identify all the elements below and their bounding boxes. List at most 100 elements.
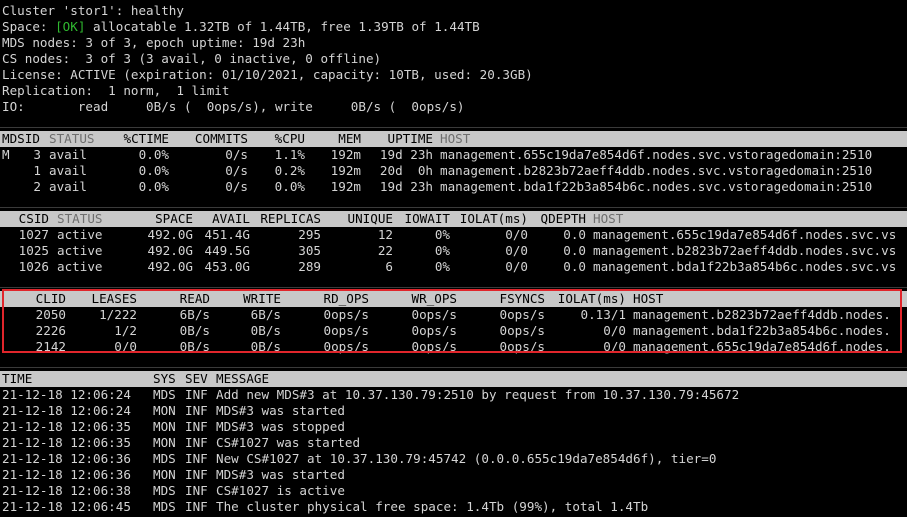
separator [0,367,907,368]
log-entry[interactable]: 21-12-18 12:06:35 MON INF CS#1027 was st… [0,435,907,451]
event-message: CS#1027 was started [216,435,361,450]
event-sev: INF [185,435,208,450]
event-sev: INF [185,419,208,434]
event-time: 21-12-18 12:06:36 [2,451,131,466]
cs-iowait: 0% [434,227,450,242]
log-entry[interactable]: 21-12-18 12:06:36 MDS INF New CS#1027 at… [0,451,907,467]
col-mem: MEM [338,131,361,146]
cs-iowait: 0% [434,259,450,274]
separator [0,287,907,288]
log-entry[interactable]: 21-12-18 12:06:36 MON INF MDS#3 was star… [0,467,907,483]
cs-iowait: 0% [434,243,450,258]
cs-replicas: 289 [298,259,321,274]
mds-status: avail [49,147,87,162]
cs-avail: 453.0G [204,259,251,274]
col-mdsid: MDSID [2,131,40,146]
mds-cpu: 0.0% [274,179,305,194]
event-sev: INF [185,483,208,498]
log-entry[interactable]: 21-12-18 12:06:35 MON INF MDS#3 was stop… [0,419,907,435]
col-uptime: UPTIME [387,131,434,146]
space-prefix: Space: [2,19,56,34]
col-message: MESSAGE [216,371,270,386]
cs-qdepth: 0.0 [563,243,586,258]
col-csid: CSID [18,211,49,226]
event-message: MDS#3 was started [216,467,345,482]
ok-status-badge: [OK] [55,19,86,34]
event-sys: MON [153,419,176,434]
cs-nodes-line: CS nodes: 3 of 3 (3 avail, 0 inactive, 0… [2,51,382,66]
col-iolat: IOLAT(ms) [459,211,528,226]
event-sev: INF [185,467,208,482]
cs-replicas: 305 [298,243,321,258]
mds-uptime: 19d 23h [379,147,433,162]
master-marker: M [2,147,10,162]
cs-avail: 449.5G [204,243,251,258]
cs-space: 492.0G [147,227,194,242]
event-sys: MON [153,435,176,450]
cluster-status-line: Cluster 'stor1': healthy [2,3,184,18]
event-time: 21-12-18 12:06:35 [2,435,131,450]
event-time: 21-12-18 12:06:24 [2,403,131,418]
cs-host: management.bda1f22b3a854b6c.nodes.svc.vs [593,259,897,274]
table-row[interactable]: 1026 active 492.0G 453.0G 289 6 0% 0/0 0… [0,259,907,275]
event-sys: MDS [153,387,176,402]
separator [0,127,907,128]
cs-status: active [57,259,103,274]
cs-iolat: 0/0 [505,227,528,242]
replication-line: Replication: 1 norm, 1 limit [2,83,230,98]
log-entry[interactable]: 21-12-18 12:06:24 MDS INF Add new MDS#3 … [0,387,907,403]
cs-iolat: 0/0 [505,243,528,258]
mds-id: 3 [33,147,41,162]
col-status: STATUS [49,131,95,146]
space-detail: allocatable 1.32TB of 1.44TB, free 1.39T… [85,19,480,34]
log-entry[interactable]: 21-12-18 12:06:38 MDS INF CS#1027 is act… [0,483,907,499]
event-sys: MDS [153,451,176,466]
col-sev: SEV [185,371,208,386]
separator [0,207,907,208]
table-row[interactable]: 1025 active 492.0G 449.5G 305 22 0% 0/0 … [0,243,907,259]
license-line: License: ACTIVE (expiration: 01/10/2021,… [2,67,533,82]
table-row[interactable]: 2 avail 0.0% 0/s 0.0% 192m 19d 23h manag… [0,179,907,195]
cs-status: active [57,243,103,258]
cs-iolat: 0/0 [505,259,528,274]
col-host: HOST [593,211,624,226]
col-host: HOST [440,131,471,146]
mds-id: 2 [33,179,41,194]
mds-mem: 192m [330,179,361,194]
mds-status: avail [49,163,87,178]
terminal-window[interactable]: Cluster 'stor1': healthy Space: [OK] all… [0,0,907,517]
table-row[interactable]: 1027 active 492.0G 451.4G 295 12 0% 0/0 … [0,227,907,243]
mds-host: management.b2823b72aeff4ddb.nodes.svc.vs… [440,163,873,178]
cs-avail: 451.4G [204,227,251,242]
col-status: STATUS [57,211,103,226]
col-sys: SYS [153,371,176,386]
cs-unique: 6 [385,259,393,274]
mds-commits: 0/s [225,147,248,162]
col-avail: AVAIL [212,211,250,226]
col-replicas: REPLICAS [260,211,321,226]
event-sev: INF [185,403,208,418]
cs-replicas: 295 [298,227,321,242]
highlight-box [2,289,902,353]
table-row[interactable]: M 3 avail 0.0% 0/s 1.1% 192m 19d 23h man… [0,147,907,163]
mds-id: 1 [33,163,41,178]
mds-cpu: 0.2% [274,163,305,178]
mds-ctime: 0.0% [138,163,169,178]
cs-host: management.655c19da7e854d6f.nodes.svc.vs [593,227,897,242]
event-sys: MDS [153,499,176,514]
log-entry[interactable]: 21-12-18 12:06:45 MDS INF The cluster ph… [0,499,907,515]
event-time: 21-12-18 12:06:36 [2,467,131,482]
mds-mem: 192m [330,163,361,178]
col-qdepth: QDEPTH [540,211,587,226]
event-sev: INF [185,387,208,402]
event-message: MDS#3 was started [216,403,345,418]
cs-unique: 12 [377,227,393,242]
event-sev: INF [185,451,208,466]
table-row[interactable]: 1 avail 0.0% 0/s 0.2% 192m 20d 0h manage… [0,163,907,179]
mds-host: management.655c19da7e854d6f.nodes.svc.vs… [440,147,873,162]
log-entry[interactable]: 21-12-18 12:06:24 MON INF MDS#3 was star… [0,403,907,419]
space-line: Space: [OK] allocatable 1.32TB of 1.44TB… [2,19,480,35]
mds-uptime: 19d 23h [379,179,433,194]
col-commits: COMMITS [194,131,248,146]
event-time: 21-12-18 12:06:38 [2,483,131,498]
